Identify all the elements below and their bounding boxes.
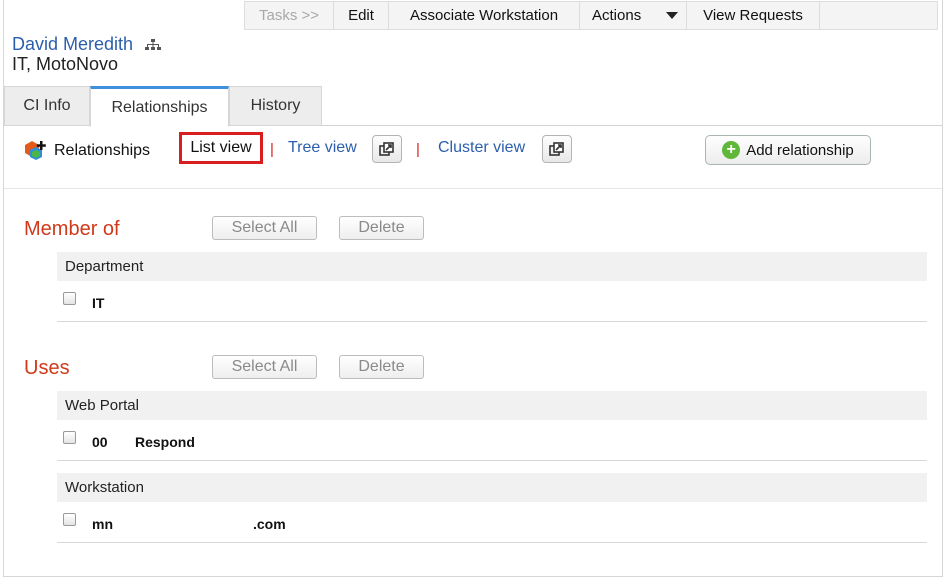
tree-view-link[interactable]: Tree view	[288, 139, 357, 157]
relationships-title: Relationships	[54, 142, 151, 159]
group-header-department: Department	[57, 252, 927, 281]
delete-button[interactable]: Delete	[339, 355, 424, 379]
row-cell-domain: .com	[253, 516, 286, 532]
select-all-button[interactable]: Select All	[212, 216, 317, 240]
tab-bar: CI Info Relationships History	[4, 86, 942, 127]
actions-menu[interactable]: Actions	[579, 2, 686, 29]
tree-view-popout-button[interactable]	[372, 135, 402, 163]
delete-button[interactable]: Delete	[339, 216, 424, 240]
actions-label: Actions	[592, 7, 642, 24]
user-name-header: David Meredith	[12, 34, 162, 55]
tab-ci-info[interactable]: CI Info	[4, 86, 90, 126]
org-chart-icon[interactable]	[145, 38, 162, 51]
row-checkbox[interactable]	[63, 292, 76, 305]
section-title-member-of: Member of	[24, 218, 120, 240]
cluster-view-link[interactable]: Cluster view	[438, 139, 525, 157]
plus-icon: +	[722, 141, 741, 159]
user-name-link[interactable]: David Meredith	[12, 34, 133, 55]
edit-button[interactable]: Edit	[333, 2, 388, 29]
relationships-heading: Relationships	[22, 139, 150, 163]
group-header-web-portal: Web Portal	[57, 391, 927, 420]
row-checkbox[interactable]	[63, 513, 76, 526]
tab-history[interactable]: History	[229, 86, 322, 126]
list-view-link[interactable]: List view	[179, 132, 263, 164]
row-cell-name[interactable]: IT	[92, 295, 104, 311]
table-row: mn .com	[57, 503, 927, 543]
popout-icon	[379, 142, 394, 156]
top-toolbar: Tasks >> Edit Associate Workstation Acti…	[244, 1, 938, 30]
add-relationship-button[interactable]: + Add relationship	[705, 135, 871, 165]
row-checkbox[interactable]	[63, 431, 76, 444]
row-cell-name[interactable]: 00	[92, 434, 108, 450]
separator: |	[416, 141, 420, 158]
group-header-workstation: Workstation	[57, 473, 927, 502]
select-all-button[interactable]: Select All	[212, 355, 317, 379]
table-row: IT	[57, 282, 927, 322]
relationships-toolbar: Relationships List view | Tree view | Cl…	[4, 127, 942, 189]
relationships-icon	[25, 141, 46, 160]
row-cell-status: Respond	[135, 434, 195, 450]
view-requests-button[interactable]: View Requests	[686, 2, 820, 29]
row-cell-name[interactable]: mn	[92, 516, 113, 532]
popout-icon	[549, 142, 564, 156]
chevron-down-icon[interactable]	[666, 12, 678, 19]
section-title-uses: Uses	[24, 357, 70, 379]
cluster-view-popout-button[interactable]	[542, 135, 572, 163]
user-subtitle: IT, MotoNovo	[12, 54, 119, 74]
associate-workstation-button[interactable]: Associate Workstation	[388, 2, 579, 29]
tab-relationships[interactable]: Relationships	[90, 86, 229, 127]
separator: |	[270, 141, 274, 158]
add-relationship-label: Add relationship	[746, 141, 854, 159]
table-row: 00 Respond	[57, 421, 927, 461]
tasks-link[interactable]: Tasks >>	[245, 7, 333, 24]
